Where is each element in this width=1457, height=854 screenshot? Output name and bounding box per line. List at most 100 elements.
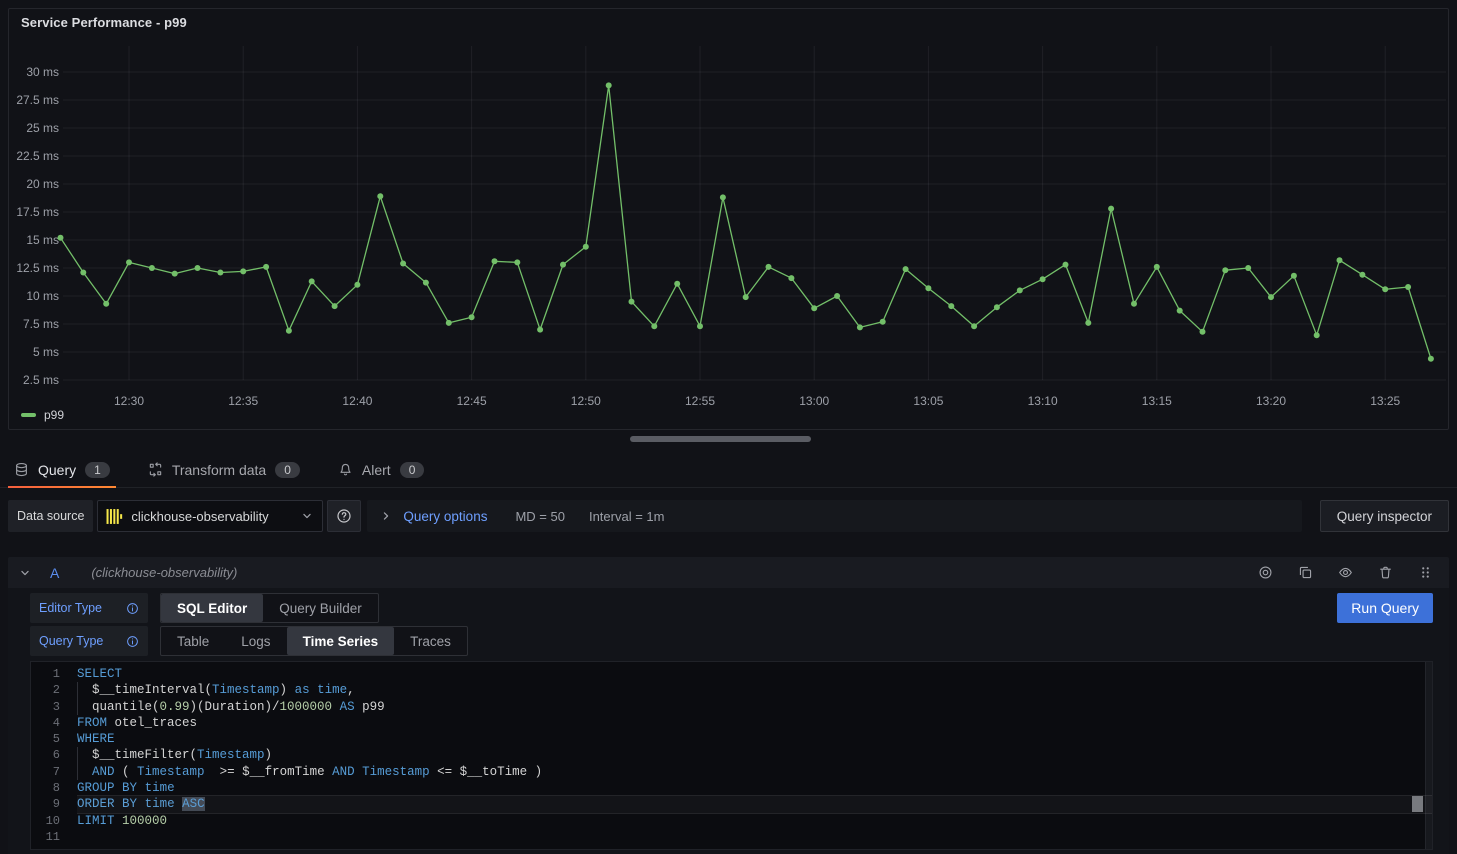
drag-handle-icon[interactable] <box>1418 565 1433 580</box>
sql-code-editor[interactable]: 1SELECT2 $__timeInterval(Timestamp) as t… <box>30 661 1433 850</box>
line-number: 1 <box>31 666 77 682</box>
line-number: 6 <box>31 747 77 763</box>
code-text[interactable]: LIMIT 100000 <box>77 813 1432 829</box>
svg-text:13:05: 13:05 <box>913 394 943 408</box>
query-type-option-logs[interactable]: Logs <box>225 627 286 655</box>
editor-type-row: Editor Type SQL EditorQuery Builder Run … <box>30 593 1433 623</box>
datasource-picker[interactable]: clickhouse-observability <box>97 500 323 532</box>
tab-alert[interactable]: Alert0 <box>332 452 430 487</box>
bell-icon <box>338 462 353 477</box>
svg-text:7.5 ms: 7.5 ms <box>23 317 59 331</box>
code-text[interactable]: ORDER BY time ASC <box>77 796 1432 812</box>
svg-text:12.5 ms: 12.5 ms <box>16 261 59 275</box>
code-text[interactable]: $__timeInterval(Timestamp) as time, <box>77 682 1432 698</box>
query-editor-body: Editor Type SQL EditorQuery Builder Run … <box>8 588 1449 854</box>
query-datasource-hint: (clickhouse-observability) <box>91 565 237 580</box>
svg-text:20 ms: 20 ms <box>26 177 59 191</box>
code-line-2[interactable]: 2 $__timeInterval(Timestamp) as time, <box>31 682 1432 698</box>
code-line-11[interactable]: 11 <box>31 829 1432 845</box>
editor-type-option-query-builder[interactable]: Query Builder <box>263 594 378 622</box>
collapse-chevron-icon[interactable] <box>18 566 32 580</box>
code-text[interactable]: SELECT <box>77 666 1432 682</box>
code-line-5[interactable]: 5WHERE <box>31 731 1432 747</box>
code-text[interactable]: $__timeFilter(Timestamp) <box>77 747 1432 763</box>
svg-text:13:25: 13:25 <box>1370 394 1400 408</box>
scrollbar-thumb[interactable] <box>630 436 811 442</box>
duplicate-query-icon[interactable] <box>1298 565 1313 580</box>
query-ref-id[interactable]: A <box>50 565 59 581</box>
run-query-button[interactable]: Run Query <box>1337 593 1433 623</box>
code-line-10[interactable]: 10LIMIT 100000 <box>31 813 1432 829</box>
editor-tabs: Query 1 Transform data0 Alert0 <box>0 452 1457 488</box>
interval-value: Interval = 1m <box>589 509 665 524</box>
svg-text:30 ms: 30 ms <box>26 65 59 79</box>
line-number: 11 <box>31 829 77 845</box>
code-text[interactable]: AND ( Timestamp >= $__fromTime AND Times… <box>77 764 1432 780</box>
svg-text:13:15: 13:15 <box>1142 394 1172 408</box>
code-line-3[interactable]: 3 quantile(0.99)(Duration)/1000000 AS p9… <box>31 699 1432 715</box>
tab-badge: 0 <box>275 462 300 478</box>
query-type-option-table[interactable]: Table <box>161 627 225 655</box>
code-line-9[interactable]: 9ORDER BY time ASC <box>31 796 1432 812</box>
svg-text:12:45: 12:45 <box>457 394 487 408</box>
svg-text:13:20: 13:20 <box>1256 394 1286 408</box>
query-type-option-traces[interactable]: Traces <box>394 627 467 655</box>
chevron-down-icon <box>300 509 314 523</box>
code-line-8[interactable]: 8GROUP BY time <box>31 780 1432 796</box>
svg-text:10 ms: 10 ms <box>26 289 59 303</box>
line-number: 3 <box>31 699 77 715</box>
grafana-panel-editor: 30 ms27.5 ms25 ms22.5 ms20 ms17.5 ms15 m… <box>0 0 1457 854</box>
chevron-right-icon <box>379 509 393 523</box>
disable-query-icon[interactable] <box>1258 565 1273 580</box>
panel-scrollbar <box>0 430 1457 444</box>
svg-text:12:50: 12:50 <box>571 394 601 408</box>
transform-icon <box>148 462 163 477</box>
query-inspector-button[interactable]: Query inspector <box>1320 500 1449 532</box>
code-text[interactable] <box>77 829 1432 845</box>
svg-text:13:00: 13:00 <box>799 394 829 408</box>
code-line-1[interactable]: 1SELECT <box>31 666 1432 682</box>
svg-text:2.5 ms: 2.5 ms <box>23 373 59 387</box>
database-icon <box>14 462 29 477</box>
timeseries-panel: 30 ms27.5 ms25 ms22.5 ms20 ms17.5 ms15 m… <box>8 8 1449 430</box>
svg-text:13:10: 13:10 <box>1028 394 1058 408</box>
code-line-7[interactable]: 7 AND ( Timestamp >= $__fromTime AND Tim… <box>31 764 1432 780</box>
info-icon[interactable] <box>126 602 139 615</box>
remove-query-icon[interactable] <box>1378 565 1393 580</box>
line-number: 4 <box>31 715 77 731</box>
svg-text:25 ms: 25 ms <box>26 121 59 135</box>
svg-text:12:30: 12:30 <box>114 394 144 408</box>
max-data-points-value: MD = 50 <box>515 509 565 524</box>
code-text[interactable]: WHERE <box>77 731 1432 747</box>
code-text[interactable]: GROUP BY time <box>77 780 1432 796</box>
code-line-6[interactable]: 6 $__timeFilter(Timestamp) <box>31 747 1432 763</box>
query-type-option-time-series[interactable]: Time Series <box>287 627 395 655</box>
legend-swatch <box>21 413 36 417</box>
timeseries-chart[interactable]: 30 ms27.5 ms25 ms22.5 ms20 ms17.5 ms15 m… <box>9 9 1448 429</box>
line-number: 8 <box>31 780 77 796</box>
hide-response-icon[interactable] <box>1338 565 1353 580</box>
clickhouse-logo-icon <box>106 508 123 525</box>
code-line-4[interactable]: 4FROM otel_traces <box>31 715 1432 731</box>
info-icon[interactable] <box>126 635 139 648</box>
tab-query[interactable]: Query 1 <box>8 452 116 487</box>
datasource-row: Data source clickhouse-observability Que… <box>8 500 1449 532</box>
chart-legend[interactable]: p99 <box>21 408 64 422</box>
tab-transform-data[interactable]: Transform data0 <box>142 452 306 487</box>
code-text[interactable]: quantile(0.99)(Duration)/1000000 AS p99 <box>77 699 1432 715</box>
svg-text:22.5 ms: 22.5 ms <box>16 149 59 163</box>
tab-label: Query <box>38 462 76 478</box>
line-number: 10 <box>31 813 77 829</box>
line-number: 5 <box>31 731 77 747</box>
query-options-bar[interactable]: Query options MD = 50 Interval = 1m <box>367 500 1301 532</box>
editor-type-option-sql-editor[interactable]: SQL Editor <box>161 594 263 622</box>
query-options-label[interactable]: Query options <box>403 509 487 524</box>
legend-label[interactable]: p99 <box>44 408 64 422</box>
datasource-help-button[interactable] <box>327 500 361 532</box>
panel-title: Service Performance - p99 <box>21 15 187 30</box>
datasource-value: clickhouse-observability <box>131 509 292 524</box>
tab-badge: 1 <box>85 462 110 478</box>
code-text[interactable]: FROM otel_traces <box>77 715 1432 731</box>
query-row-header[interactable]: A (clickhouse-observability) <box>8 557 1449 588</box>
line-number: 9 <box>31 796 77 812</box>
